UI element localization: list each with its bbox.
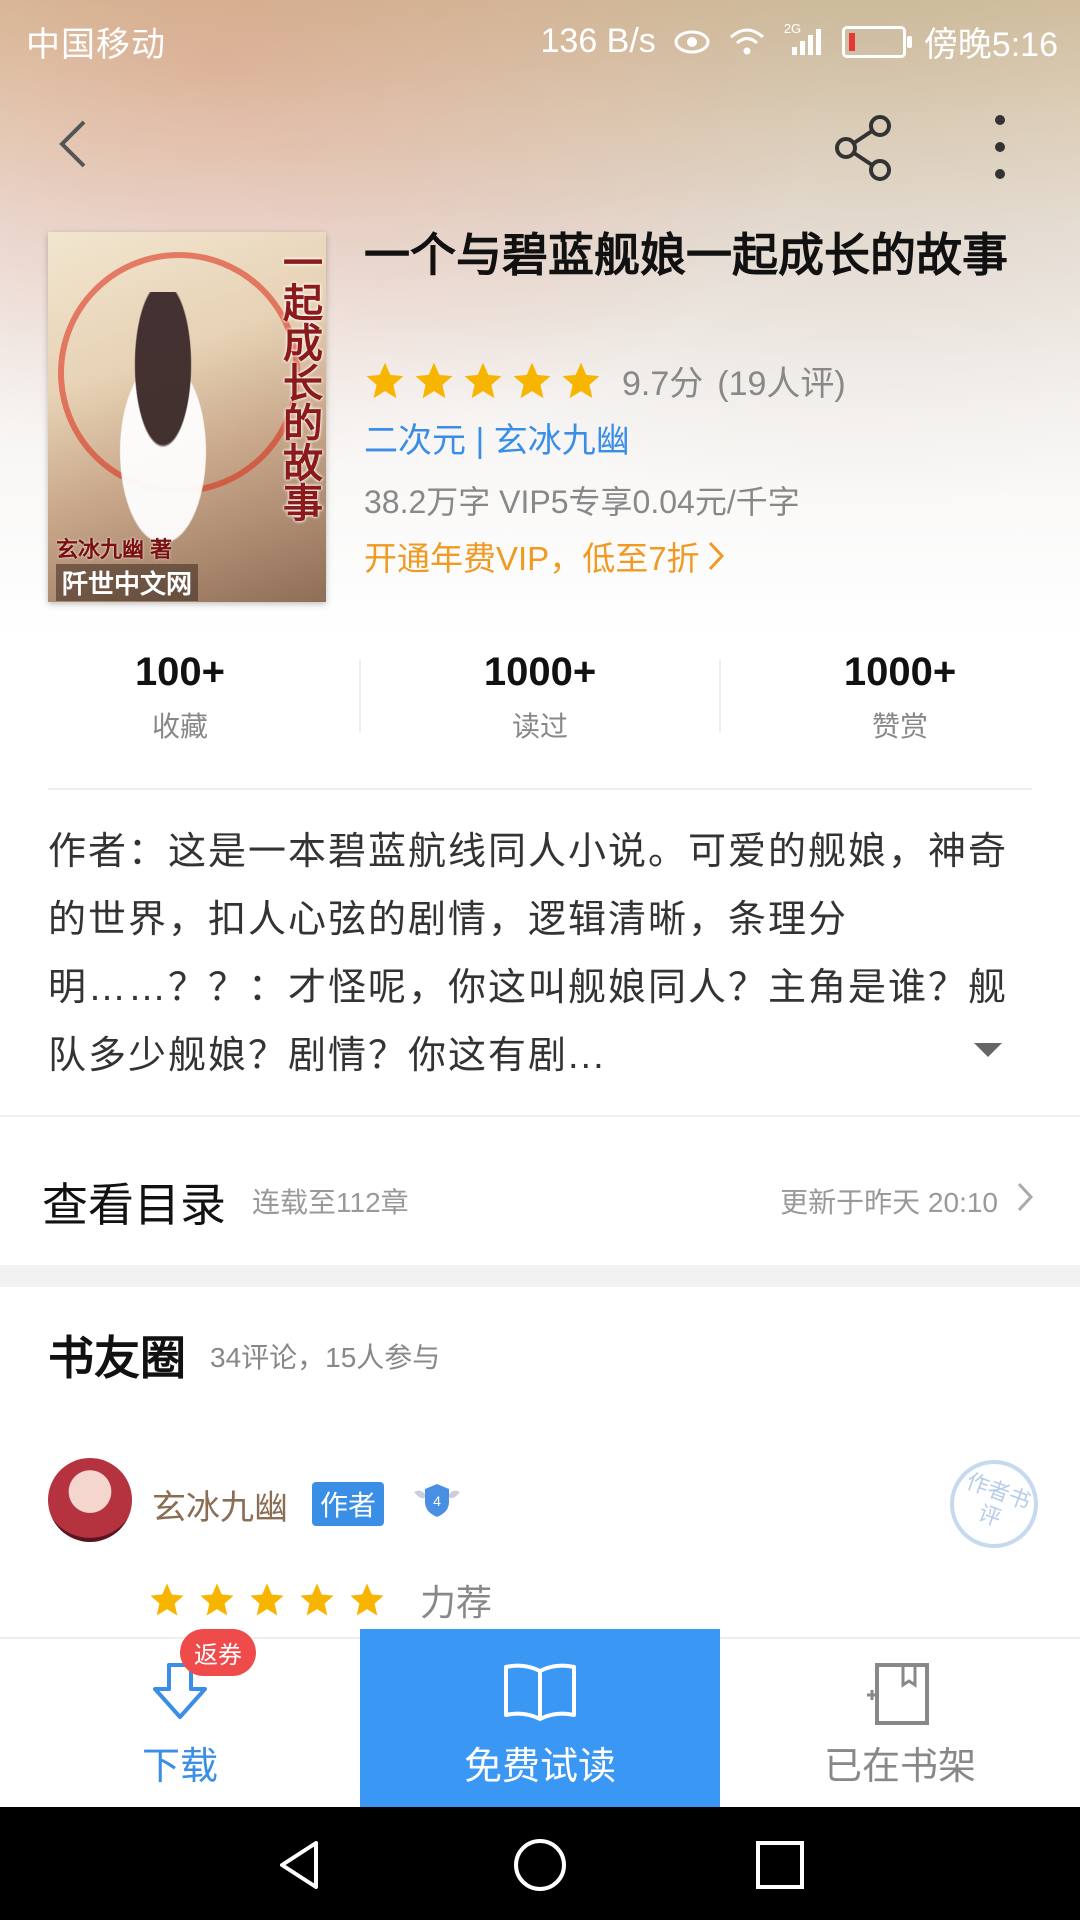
author-tag: 作者 (312, 1482, 385, 1526)
stat-label: 读过 (511, 711, 568, 742)
bottom-action-bar: 返券 下载 免费试读 已在书架 (0, 1629, 1080, 1809)
eye-icon (674, 30, 710, 53)
avatar[interactable] (48, 1458, 132, 1542)
stat-number: 100+ (134, 650, 226, 694)
free-read-label: 免费试读 (463, 1746, 616, 1788)
post-rating-stars (148, 1581, 386, 1619)
rating-score: 9.7分 (622, 365, 704, 403)
word-count-info: 38.2万字 VIP5专享0.04元/千字 (364, 484, 800, 520)
stat-label: 收藏 (151, 711, 208, 742)
post-verdict: 力荐 (420, 1582, 493, 1623)
book-cover[interactable]: 一个与碧蓝舰娘一起成长的故事 玄冰九幽 著 阡世中文网 (48, 232, 326, 602)
stat-divider (359, 660, 361, 732)
book-rating: 9.7分 (19人评) (364, 356, 846, 405)
nav-back-icon[interactable] (270, 1835, 330, 1895)
book-description: 作者：这是一本碧蓝航线同人小说。可爱的舰娘，神奇的世界，扣人心弦的剧情，逻辑清晰… (48, 831, 1009, 1077)
more-options-icon[interactable] (980, 112, 1020, 182)
net-speed: 136 B/s (540, 22, 656, 60)
book-circle-title: 书友圈 (48, 1332, 186, 1384)
nav-recents-icon[interactable] (750, 1835, 810, 1895)
level-number: 4 (433, 1493, 441, 1509)
vip-promo-text: 开通年费VIP，低至7折 (364, 540, 700, 577)
system-nav-bar (0, 1807, 1080, 1920)
nav-home-icon[interactable] (510, 1835, 570, 1895)
carrier-label: 中国移动 (26, 26, 166, 64)
star-icon (415, 362, 453, 398)
stat-read[interactable]: 1000+ 读过 (360, 650, 720, 745)
star-icon (513, 362, 551, 398)
signal-icon: 2G (784, 21, 824, 57)
expand-arrow-icon[interactable] (972, 1040, 1004, 1060)
download-label: 下载 (141, 1746, 218, 1788)
free-read-button[interactable]: 免费试读 (360, 1629, 720, 1809)
share-icon[interactable] (830, 112, 900, 182)
book-stats: 100+ 收藏 1000+ 读过 1000+ 赞赏 (0, 650, 1080, 760)
on-shelf-label: 已在书架 (823, 1746, 976, 1788)
toc-updated: 更新于昨天 20:10 (780, 1187, 998, 1218)
bookshelf-icon (867, 1663, 929, 1725)
clock: 傍晚5:16 (923, 26, 1058, 64)
cover-publisher: 阡世中文网 (56, 564, 199, 601)
post-rating: 力荐 (148, 1574, 492, 1626)
status-bar: 中国移动 136 B/s 2G 傍晚5:16 (0, 0, 1080, 74)
open-book-icon (504, 1663, 576, 1721)
stat-favorites[interactable]: 100+ 收藏 (0, 650, 360, 745)
star-icon (250, 1583, 284, 1616)
chevron-right-icon (708, 541, 724, 571)
top-bar (0, 100, 1080, 190)
toc-label: 查看目录 (42, 1179, 226, 1231)
wifi-icon (729, 28, 764, 54)
cover-title-text: 一个与碧蓝舰娘一起成长的故事 (276, 242, 323, 522)
back-arrow-icon[interactable] (48, 114, 96, 174)
section-divider (48, 788, 1032, 790)
table-of-contents-row[interactable]: 查看目录 连载至112章 更新于昨天 20:10 (0, 1115, 1080, 1267)
post-username[interactable]: 玄冰九幽 (152, 1480, 288, 1529)
author-review-stamp: 作者书评 (937, 1447, 1051, 1561)
book-tags[interactable]: 二次元 | 玄冰九幽 (364, 413, 630, 462)
vip-promo-link[interactable]: 开通年费VIP，低至7折 (364, 532, 726, 580)
star-icon (562, 362, 600, 398)
on-shelf-button[interactable]: 已在书架 (720, 1639, 1080, 1809)
coupon-badge: 返券 (180, 1629, 256, 1676)
star-icon (150, 1583, 184, 1616)
star-icon (464, 362, 502, 398)
star-icon (350, 1583, 384, 1616)
chevron-right-icon (1017, 1182, 1034, 1212)
rating-count: (19人评) (717, 365, 846, 403)
stat-rewards[interactable]: 1000+ 赞赏 (720, 650, 1080, 745)
cover-author: 玄冰九幽 著 (56, 537, 173, 562)
stat-number: 1000+ (483, 650, 597, 694)
star-icon (200, 1583, 234, 1616)
book-circle-summary: 34评论，15人参与 (210, 1342, 441, 1373)
level-badge-icon: 4 (414, 1484, 460, 1517)
star-icon (366, 362, 404, 398)
stat-number: 1000+ (843, 650, 957, 694)
section-gap (0, 1265, 1080, 1287)
rating-stars (364, 360, 602, 402)
battery-icon (841, 25, 912, 58)
star-icon (300, 1583, 334, 1616)
toc-progress: 连载至112章 (252, 1187, 409, 1218)
stat-label: 赞赏 (871, 711, 928, 742)
stat-divider (719, 660, 721, 732)
download-button[interactable]: 返券 下载 (0, 1629, 360, 1809)
book-title: 一个与碧蓝舰娘一起成长的故事 (364, 229, 1008, 281)
